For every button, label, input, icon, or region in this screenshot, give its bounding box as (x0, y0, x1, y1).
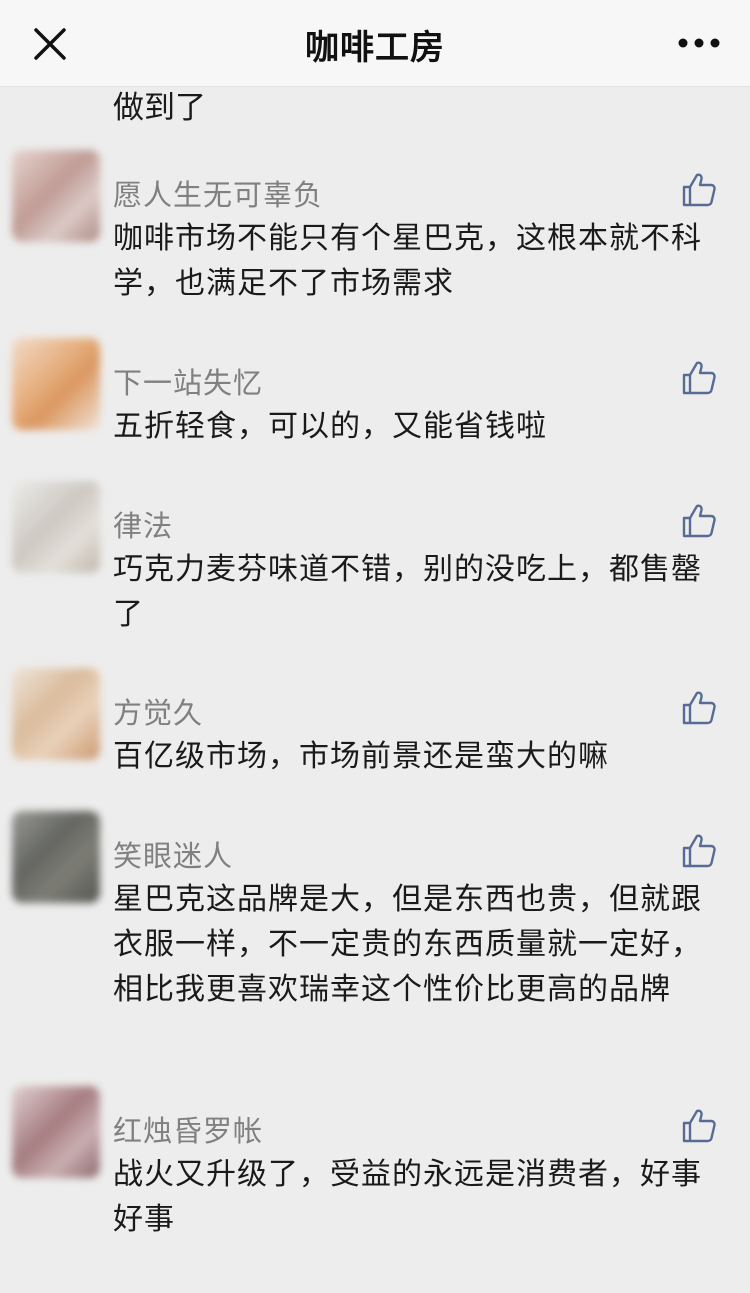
like-button[interactable] (682, 690, 716, 726)
like-button[interactable] (682, 172, 716, 208)
avatar[interactable] (12, 668, 100, 760)
like-button[interactable] (682, 833, 716, 869)
thumbs-up-icon (682, 361, 716, 395)
comment-feed[interactable]: 做到了 愿人生无可辜负 咖啡市场不能只有个星巴克，这根本就不科学，也满足不了市场… (0, 0, 750, 1293)
comment-text: 咖啡市场不能只有个星巴克，这根本就不科学，也满足不了市场需求 (113, 221, 702, 301)
like-button[interactable] (682, 360, 716, 396)
avatar[interactable] (12, 150, 100, 242)
comment-author[interactable]: 红烛昏罗帐 (113, 1108, 263, 1150)
avatar[interactable] (12, 338, 100, 430)
like-button[interactable] (682, 1108, 716, 1144)
comment-author[interactable]: 愿人生无可辜负 (113, 172, 323, 214)
thumbs-up-icon (682, 834, 716, 868)
comment-text-fragment: 做到了 (113, 90, 206, 126)
comment-text: 战火又升级了，受益的永远是消费者，好事好事 (113, 1157, 702, 1237)
thumbs-up-icon (682, 691, 716, 725)
comment-text: 星巴克这品牌是大，但是东西也贵，但就跟衣服一样，不一定贵的东西质量就一定好，相比… (113, 882, 702, 1007)
avatar[interactable] (12, 1086, 100, 1178)
avatar[interactable] (12, 811, 100, 903)
like-button[interactable] (682, 503, 716, 539)
top-bar: 咖啡工房 (0, 0, 750, 87)
comment-author[interactable]: 方觉久 (113, 690, 203, 732)
comment-text: 五折轻食，可以的，又能省钱啦 (113, 409, 547, 444)
comment-text: 百亿级市场，市场前景还是蛮大的嘛 (113, 739, 609, 774)
thumbs-up-icon (682, 173, 716, 207)
comment-text: 巧克力麦芬味道不错，别的没吃上，都售罄了 (113, 552, 702, 632)
avatar[interactable] (12, 481, 100, 573)
more-icon (678, 38, 720, 48)
comment-author[interactable]: 律法 (113, 503, 173, 545)
page-title: 咖啡工房 (305, 28, 445, 68)
comment-author[interactable]: 下一站失忆 (113, 360, 263, 402)
comment-author[interactable]: 笑眼迷人 (113, 833, 233, 875)
thumbs-up-icon (682, 504, 716, 538)
thumbs-up-icon (682, 1109, 716, 1143)
more-button[interactable] (676, 30, 722, 56)
